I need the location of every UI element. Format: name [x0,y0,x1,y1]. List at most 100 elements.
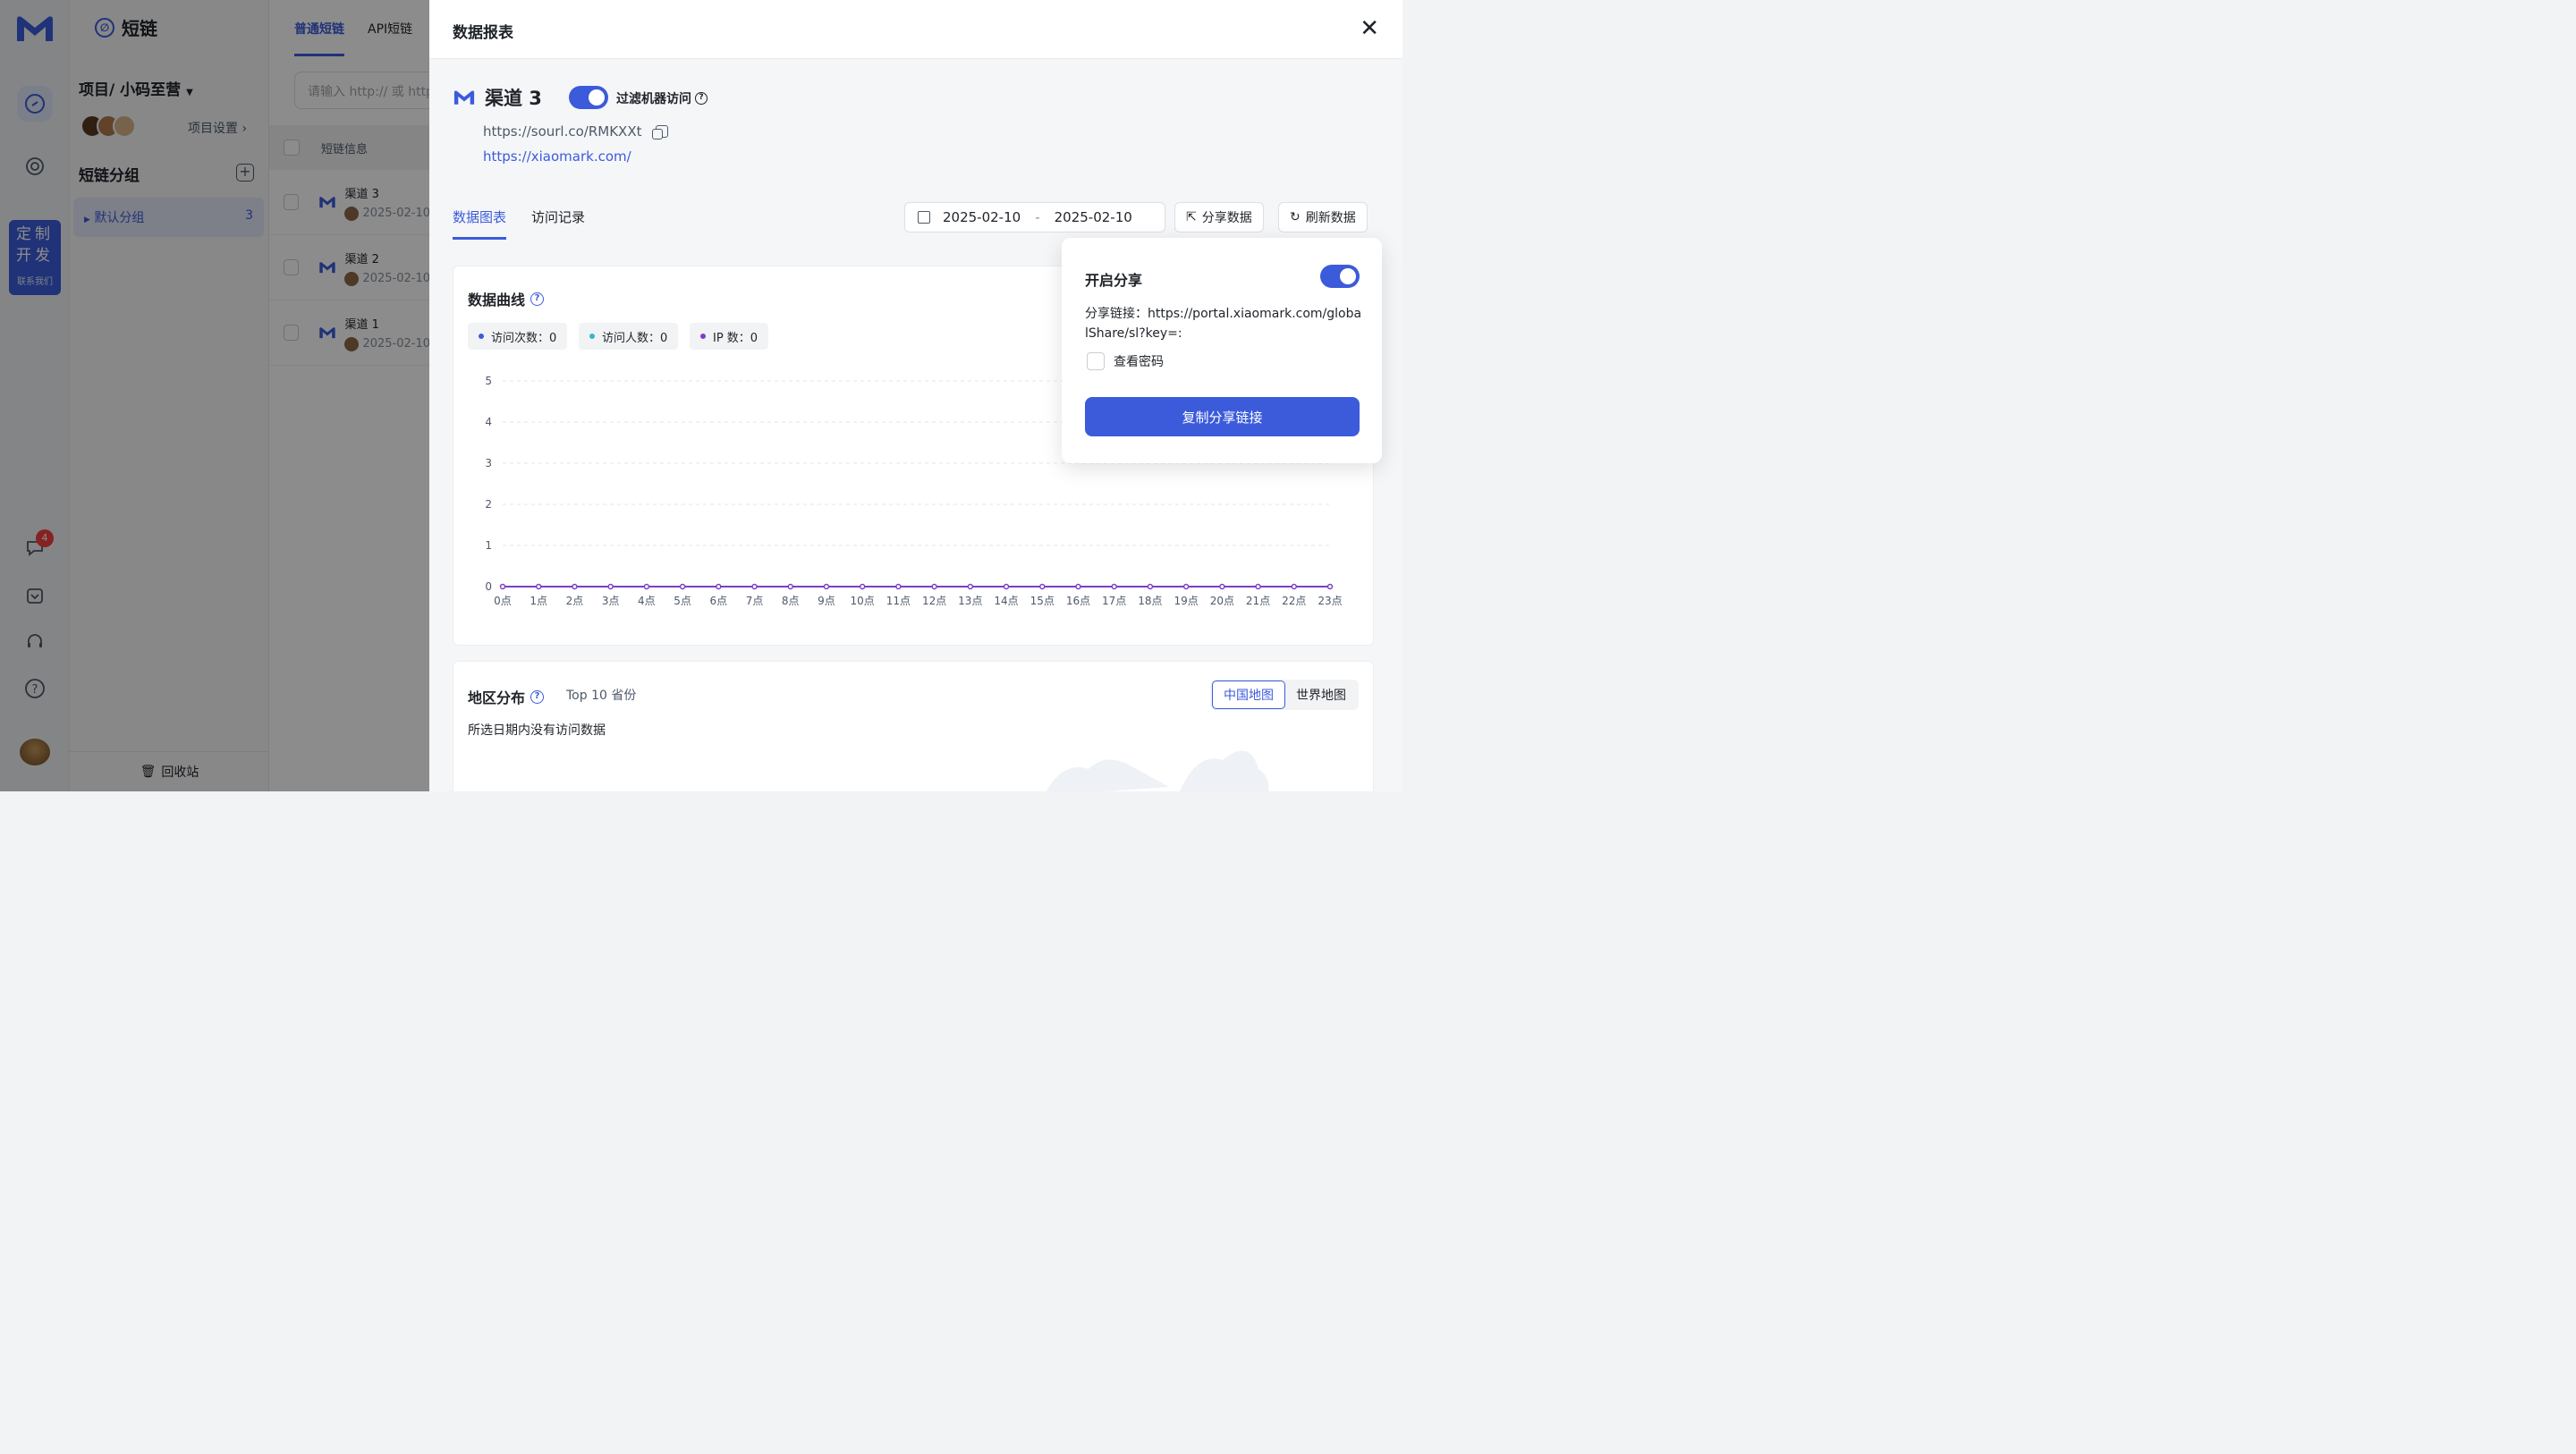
data-point [751,583,758,590]
modal-backdrop[interactable] [0,0,429,791]
data-point [823,583,830,590]
target-url-link[interactable]: https://xiaomark.com/ [483,148,631,165]
geo-subtitle: Top 10 省份 [566,689,637,703]
close-icon[interactable]: ✕ [1360,16,1379,41]
y-tick-label: 5 [485,375,492,387]
xiaomark-logo-icon [453,90,475,105]
legend-dot [479,334,484,339]
data-point [1326,583,1334,590]
data-point [895,583,902,590]
y-tick-label: 1 [485,539,492,552]
x-tick-label: 1点 [530,595,547,607]
x-tick-label: 5点 [674,595,691,607]
x-tick-label: 18点 [1138,595,1162,607]
help-icon[interactable]: ? [530,689,545,704]
refresh-icon: ↻ [1290,210,1301,224]
data-point [1039,583,1046,590]
data-point [1147,583,1154,590]
share-link-text: 分享链接：https://portal.xiaomark.com/globalS… [1085,307,1362,341]
share-icon: ⇱ [1186,210,1197,224]
short-url-row: https://sourl.co/RMKXXt [483,123,669,139]
share-popover: 开启分享 分享链接：https://portal.xiaomark.com/gl… [1062,238,1382,463]
data-point [1003,583,1010,590]
x-tick-label: 10点 [851,595,875,607]
drawer-header: 数据报表 ✕ [429,0,1402,59]
tab-world-map[interactable]: 世界地图 [1285,681,1357,709]
x-tick-label: 16点 [1066,595,1090,607]
view-password-option[interactable]: 查看密码 [1087,352,1164,370]
x-tick-label: 11点 [886,595,911,607]
china-map-placeholder [1046,750,1269,791]
x-tick-label: 22点 [1282,595,1306,607]
help-icon[interactable]: ? [530,292,545,306]
refresh-data-button[interactable]: ↻ 刷新数据 [1278,202,1368,232]
data-point [1219,583,1225,590]
x-tick-label: 0点 [494,595,512,607]
x-tick-label: 4点 [638,595,656,607]
data-point [643,583,650,590]
y-tick-label: 0 [485,580,492,593]
date-start[interactable]: 2025-02-10 [943,209,1021,225]
data-point [679,583,686,590]
data-point [787,583,793,590]
x-tick-label: 2点 [566,595,584,607]
view-password-checkbox[interactable] [1087,352,1105,370]
tab-visit-records[interactable]: 访问记录 [531,207,585,240]
share-data-button[interactable]: ⇱ 分享数据 [1174,202,1264,232]
y-tick-label: 4 [485,416,492,428]
x-tick-label: 23点 [1318,595,1342,607]
data-point [535,583,542,590]
report-drawer: 数据报表 ✕ 渠道 3 过滤机器访问 ? https://sourl.co/RM… [429,0,1402,791]
date-range-picker[interactable]: 2025-02-10 - 2025-02-10 [904,202,1165,232]
legend-ip[interactable]: IP 数：0 [690,323,769,350]
legend-dot [589,334,595,339]
view-password-label: 查看密码 [1114,355,1164,369]
report-tabs: 数据图表 访问记录 [453,207,585,240]
link-name: 渠道 3 [485,88,542,109]
data-point [607,583,614,590]
share-popover-title: 开启分享 [1085,272,1143,289]
card-title: 数据曲线 ? [468,288,545,309]
help-icon[interactable]: ? [695,92,708,105]
empty-state: 所选日期内没有访问数据 [468,723,606,738]
calendar-icon [918,211,930,224]
x-tick-label: 12点 [922,595,946,607]
data-point [499,583,506,590]
data-point [716,583,722,590]
data-point [1291,583,1298,590]
legend-visitors[interactable]: 访问人数：0 [579,323,679,350]
x-tick-label: 15点 [1030,595,1055,607]
x-tick-label: 9点 [818,595,835,607]
data-point [572,583,578,590]
legend-visits[interactable]: 访问次数：0 [468,323,568,350]
enable-share-toggle[interactable] [1320,265,1360,288]
x-tick-label: 17点 [1102,595,1126,607]
tab-china-map[interactable]: 中国地图 [1212,681,1285,709]
data-point [1182,583,1190,590]
data-point [859,583,866,590]
data-point [1255,583,1261,590]
copy-icon[interactable] [652,125,669,139]
x-tick-label: 8点 [782,595,800,607]
data-point [1111,583,1117,590]
drawer-title: 数据报表 [453,24,513,42]
y-tick-label: 3 [485,457,492,469]
card-title: 地区分布 ? [468,686,545,707]
short-url: https://sourl.co/RMKXXt [483,123,642,139]
date-end[interactable]: 2025-02-10 [1055,209,1132,225]
x-tick-label: 21点 [1246,595,1270,607]
legend-dot [700,334,706,339]
x-tick-label: 14点 [994,595,1018,607]
tab-data-chart[interactable]: 数据图表 [453,207,507,240]
data-point [1075,583,1081,590]
x-tick-label: 7点 [746,595,764,607]
y-tick-label: 2 [485,498,492,511]
filter-bot-toggle[interactable] [569,86,608,109]
x-tick-label: 13点 [958,595,982,607]
region-distribution-card: 地区分布 ? Top 10 省份 中国地图 世界地图 所选日期内没有访问数据 [453,661,1374,791]
x-tick-label: 3点 [602,595,620,607]
x-tick-label: 19点 [1174,595,1198,607]
copy-share-link-button[interactable]: 复制分享链接 [1085,397,1360,436]
filter-bot-label: 过滤机器访问 ? [616,89,708,107]
link-title: 渠道 3 [453,84,542,111]
